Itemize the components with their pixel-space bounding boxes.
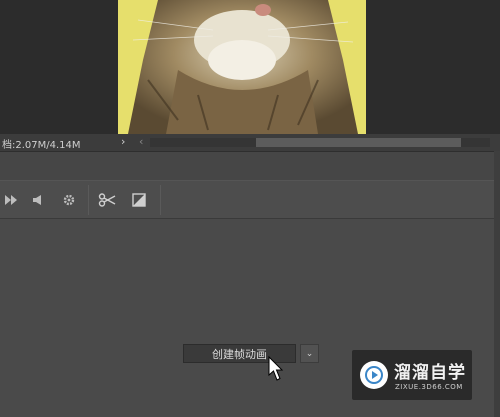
animation-type-dropdown[interactable]: ⌄ <box>300 344 319 363</box>
gear-icon[interactable] <box>60 191 78 209</box>
cat-image <box>118 0 366 134</box>
audio-icon[interactable] <box>28 191 46 209</box>
watermark-title: 溜溜自学 <box>394 363 466 383</box>
scissors-icon[interactable] <box>98 191 116 209</box>
play-next-icon[interactable] <box>2 191 20 209</box>
panel-right-edge <box>494 151 500 417</box>
play-logo-icon <box>360 361 388 389</box>
document-canvas <box>0 0 500 134</box>
create-frame-animation-label: 创建帧动画 <box>212 347 267 361</box>
toolbar-divider <box>88 185 89 215</box>
chevron-down-icon: ⌄ <box>305 348 314 359</box>
watermark-badge: 溜溜自学 ZIXUE.3D66.COM <box>352 350 472 400</box>
timeline-panel-header <box>0 151 500 181</box>
status-menu-arrow[interactable]: › <box>121 135 125 148</box>
scroll-left-arrow[interactable]: ‹ <box>139 135 143 148</box>
status-bar: 档:2.07M/4.14M › ‹ <box>0 134 500 151</box>
transition-icon[interactable] <box>130 191 148 209</box>
watermark-url: ZIXUE.3D66.COM <box>395 383 463 391</box>
horizontal-scrollbar[interactable] <box>150 138 490 147</box>
toolbar-divider <box>160 185 161 215</box>
timeline-toolbar <box>0 181 500 219</box>
document-size-readout: 档:2.07M/4.14M <box>2 140 81 151</box>
mouse-cursor-icon <box>268 356 284 381</box>
scrollbar-thumb[interactable] <box>256 138 461 147</box>
